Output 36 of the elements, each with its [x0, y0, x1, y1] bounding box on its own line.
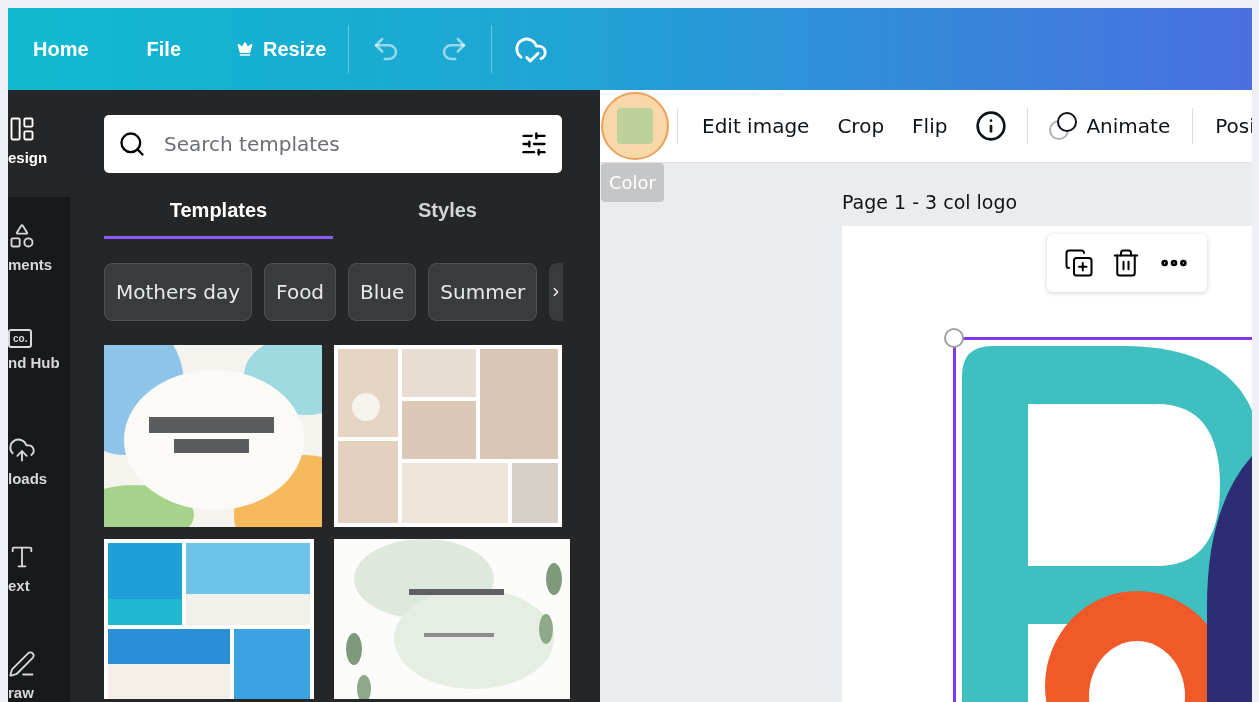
animate-icon	[1048, 111, 1079, 141]
toolbar-button[interactable]: Edit image	[702, 114, 810, 138]
sidebar-item[interactable]: esign	[8, 90, 70, 197]
sidebar-item[interactable]: ments	[8, 197, 70, 304]
filter-chip[interactable]: Blue	[348, 263, 417, 321]
filter-chip[interactable]: Summer	[428, 263, 538, 321]
shapes-icon	[8, 222, 36, 250]
sidebar-item[interactable]: ext	[8, 518, 70, 625]
duplicate-icon[interactable]	[1063, 248, 1094, 278]
search-field[interactable]: Search templates	[162, 131, 504, 157]
cloud-upload-icon	[8, 436, 36, 464]
animate-button[interactable]: Animate	[1048, 111, 1171, 141]
pen-icon	[8, 650, 36, 678]
chevron-right-icon[interactable]	[549, 263, 564, 321]
filter-chip[interactable]: Mothers day	[104, 263, 253, 321]
tab[interactable]: Styles	[333, 199, 562, 239]
trash-icon[interactable]	[1111, 248, 1141, 278]
filter-icon[interactable]	[520, 130, 548, 158]
layout-icon	[8, 115, 36, 143]
page-title: Page 1 - 3 col logo	[842, 191, 1019, 213]
toolbar-button[interactable]: Crop	[837, 114, 885, 138]
brand-icon: co.	[8, 329, 33, 348]
sidebar-item[interactable]: co. nd Hub	[8, 304, 70, 411]
resize-handle[interactable]	[944, 328, 964, 348]
color-swatch[interactable]	[617, 108, 653, 144]
sidebar-item[interactable]: loads	[8, 411, 70, 518]
toolbar-button[interactable]: Posi	[1215, 114, 1252, 138]
info-icon[interactable]	[975, 110, 1008, 142]
tab[interactable]: Templates	[104, 199, 333, 239]
filter-chip[interactable]: Food	[264, 263, 337, 321]
tooltip: Color	[601, 163, 664, 202]
sidebar-item[interactable]: raw	[8, 625, 70, 702]
crown-icon	[237, 41, 254, 57]
toolbar-button[interactable]: Flip	[912, 114, 948, 138]
search-bar[interactable]: Search templates	[104, 115, 562, 173]
search-icon	[118, 130, 146, 158]
